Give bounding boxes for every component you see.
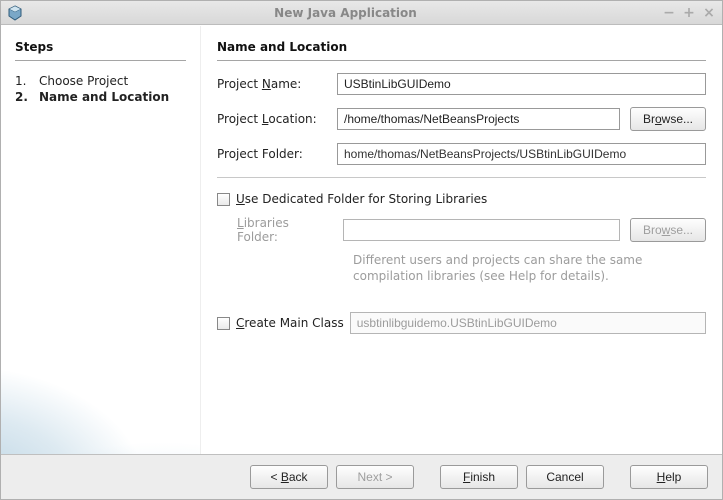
window-title: New Java Application — [29, 6, 662, 20]
dedicated-folder-checkbox[interactable] — [217, 193, 230, 206]
cancel-button[interactable]: Cancel — [526, 465, 604, 489]
libraries-block: Libraries Folder: Browse... Different us… — [237, 216, 706, 284]
create-main-class-checkbox[interactable] — [217, 317, 230, 330]
libraries-folder-label: Libraries Folder: — [237, 216, 333, 244]
app-icon — [7, 5, 23, 21]
wizard-main-panel: Name and Location Project Name: Project … — [201, 26, 722, 454]
dialog-footer: < Back Next > Finish Cancel Help — [1, 454, 722, 499]
project-location-row: Project Location: Browse... — [217, 107, 706, 131]
help-button[interactable]: Help — [630, 465, 708, 489]
wizard-steps-sidebar: Steps 1. Choose Project 2. Name and Loca… — [1, 26, 201, 454]
project-name-label: Project Name: — [217, 77, 327, 91]
step-item-current: 2. Name and Location — [15, 89, 186, 105]
separator — [217, 177, 706, 178]
create-main-class-label[interactable]: Create Main Class — [236, 316, 344, 330]
project-location-label: Project Location: — [217, 112, 327, 126]
next-button: Next > — [336, 465, 414, 489]
browse-location-button[interactable]: Browse... — [630, 107, 706, 131]
project-folder-label: Project Folder: — [217, 147, 327, 161]
project-location-input[interactable] — [337, 108, 620, 130]
step-number: 1. — [15, 74, 29, 88]
project-name-input[interactable] — [337, 73, 706, 95]
steps-heading: Steps — [15, 40, 186, 61]
step-item: 1. Choose Project — [15, 73, 186, 89]
minimize-button[interactable]: − — [662, 5, 676, 21]
project-folder-row: Project Folder: — [217, 143, 706, 165]
libraries-folder-input — [343, 219, 620, 241]
main-heading: Name and Location — [217, 40, 706, 61]
project-name-row: Project Name: — [217, 73, 706, 95]
main-class-input — [350, 312, 706, 334]
libraries-folder-row: Libraries Folder: Browse... — [237, 216, 706, 244]
step-label: Name and Location — [39, 90, 169, 104]
close-button[interactable]: × — [702, 5, 716, 21]
dialog-window: New Java Application − + × Steps 1. Choo… — [0, 0, 723, 500]
dedicated-folder-row: Use Dedicated Folder for Storing Librari… — [217, 192, 706, 206]
dedicated-folder-label[interactable]: Use Dedicated Folder for Storing Librari… — [236, 192, 487, 206]
step-number: 2. — [15, 90, 29, 104]
steps-list: 1. Choose Project 2. Name and Location — [15, 73, 186, 105]
step-label: Choose Project — [39, 74, 128, 88]
finish-button[interactable]: Finish — [440, 465, 518, 489]
libraries-hint: Different users and projects can share t… — [353, 252, 653, 284]
dialog-body: Steps 1. Choose Project 2. Name and Loca… — [1, 25, 722, 454]
create-main-class-row: Create Main Class — [217, 312, 706, 334]
browse-libraries-button: Browse... — [630, 218, 706, 242]
project-folder-input[interactable] — [337, 143, 706, 165]
maximize-button[interactable]: + — [682, 5, 696, 21]
back-button[interactable]: < Back — [250, 465, 328, 489]
titlebar[interactable]: New Java Application − + × — [1, 1, 722, 25]
window-buttons: − + × — [662, 5, 716, 21]
